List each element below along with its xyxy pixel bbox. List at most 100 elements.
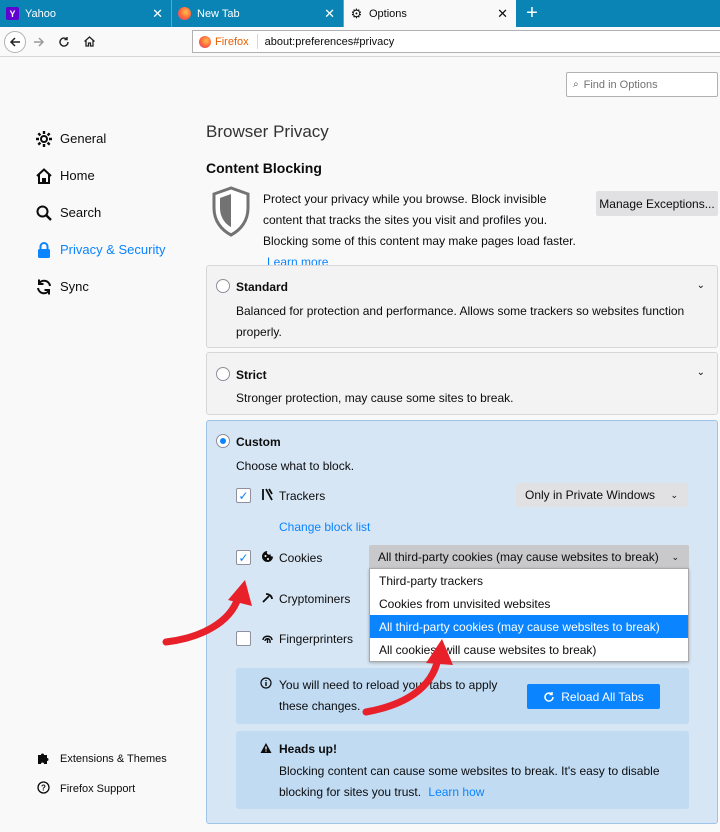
- reload-all-tabs-button[interactable]: Reload All Tabs: [527, 684, 660, 709]
- close-tab-icon[interactable]: ✕: [152, 7, 163, 20]
- close-tab-icon[interactable]: ✕: [324, 7, 335, 20]
- trackers-checkbox[interactable]: ✓: [236, 488, 251, 503]
- page-title: Browser Privacy: [206, 122, 329, 141]
- strict-description: Stronger protection, may cause some site…: [236, 391, 514, 405]
- cookies-option[interactable]: Third-party trackers: [370, 569, 688, 592]
- shield-icon: [212, 186, 250, 237]
- strict-radio[interactable]: [216, 367, 230, 381]
- learn-how-link[interactable]: Learn how: [428, 785, 484, 799]
- sidebar-item-search[interactable]: Search: [34, 194, 165, 231]
- standard-radio[interactable]: [216, 279, 230, 293]
- puzzle-icon: [36, 751, 50, 767]
- cookies-select-value: All third-party cookies (may cause websi…: [378, 550, 659, 564]
- chevron-down-icon[interactable]: ⌄: [697, 280, 705, 291]
- reload-button[interactable]: [52, 30, 76, 54]
- sidebar-item-extensions-themes[interactable]: Extensions & Themes: [36, 751, 167, 767]
- chevron-down-icon: ⌄: [671, 551, 679, 562]
- gear-icon: ⚙: [350, 5, 363, 21]
- standard-option-card[interactable]: Standard Balanced for protection and per…: [206, 265, 718, 348]
- home-icon: [83, 36, 95, 47]
- sidebar-footer-label: Extensions & Themes: [60, 753, 167, 765]
- section-title: Content Blocking: [206, 160, 322, 176]
- tab-title: New Tab: [197, 7, 240, 20]
- strict-title: Strict: [236, 368, 267, 382]
- cryptominers-label: Cryptominers: [279, 592, 351, 606]
- chevron-down-icon: ⌄: [670, 489, 678, 500]
- chevron-down-icon[interactable]: ⌄: [697, 367, 705, 378]
- cookies-label: Cookies: [279, 551, 323, 565]
- custom-title: Custom: [236, 435, 281, 449]
- heads-up-title: Heads up!: [279, 742, 338, 756]
- forward-arrow-icon: [34, 36, 45, 47]
- help-icon: ?: [36, 781, 50, 797]
- tab-yahoo[interactable]: Y Yahoo ✕: [0, 0, 172, 27]
- manage-exceptions-button[interactable]: Manage Exceptions...: [596, 191, 718, 216]
- reload-all-tabs-label: Reload All Tabs: [561, 689, 644, 704]
- identity-label: Firefox: [215, 35, 249, 48]
- cookies-select[interactable]: All third-party cookies (may cause websi…: [369, 545, 689, 569]
- cookies-checkbox[interactable]: ✓: [236, 550, 251, 565]
- trackers-label: Trackers: [279, 489, 326, 503]
- sidebar-item-label: Sync: [60, 279, 89, 294]
- standard-description: Balanced for protection and performance.…: [236, 304, 685, 339]
- reload-icon: [59, 36, 69, 47]
- forward-button[interactable]: [27, 30, 51, 54]
- warning-icon: [259, 742, 273, 756]
- sidebar-item-privacy-security[interactable]: Privacy & Security: [34, 231, 165, 268]
- new-tab-button[interactable]: +: [516, 0, 548, 27]
- standard-title: Standard: [236, 280, 289, 294]
- heads-up-text: Blocking content can cause some websites…: [279, 764, 660, 799]
- red-arrow-annotation: [162, 580, 252, 646]
- fingerprinters-label: Fingerprinters: [279, 632, 354, 646]
- tab-new-tab[interactable]: New Tab ✕: [172, 0, 344, 27]
- trackers-icon: [260, 488, 274, 502]
- sidebar-item-label: Search: [60, 205, 102, 220]
- search-icon: [34, 203, 54, 223]
- gear-icon: [34, 129, 54, 149]
- lock-icon: [34, 240, 54, 260]
- firefox-favicon: [178, 7, 191, 20]
- url-text[interactable]: about:preferences#privacy: [265, 36, 395, 48]
- home-button[interactable]: [77, 30, 101, 54]
- sidebar-item-firefox-support[interactable]: ? Firefox Support: [36, 781, 135, 797]
- red-arrow-annotation: [362, 639, 453, 716]
- sidebar-item-general[interactable]: General: [34, 120, 165, 157]
- yahoo-favicon: Y: [6, 7, 19, 20]
- sidebar-item-label: General: [60, 131, 107, 146]
- back-arrow-icon: [9, 36, 20, 47]
- sidebar-item-sync[interactable]: Sync: [34, 268, 165, 305]
- tab-strip: Y Yahoo ✕ New Tab ✕ ⚙ Options ✕ +: [0, 0, 720, 27]
- sidebar-footer-label: Firefox Support: [60, 783, 136, 795]
- back-button[interactable]: [4, 30, 26, 53]
- reload-icon: [544, 691, 555, 702]
- search-placeholder: Find in Options: [583, 78, 658, 91]
- custom-subtitle: Choose what to block.: [236, 459, 355, 473]
- url-bar[interactable]: Firefox about:preferences#privacy: [192, 30, 720, 53]
- preferences-page: ⌕ Find in Options General Home Search Pr…: [0, 58, 720, 832]
- close-tab-icon[interactable]: ✕: [497, 7, 508, 20]
- tab-title: Yahoo: [25, 7, 56, 20]
- home-icon: [34, 166, 54, 186]
- tab-title: Options: [369, 7, 407, 20]
- fingerprint-icon: [260, 631, 274, 645]
- content-blocking-description: Protect your privacy while you browse. B…: [263, 192, 576, 269]
- info-icon: [259, 677, 273, 691]
- firefox-icon: [199, 35, 211, 48]
- svg-text:?: ?: [41, 784, 46, 793]
- change-block-list-link[interactable]: Change block list: [279, 520, 370, 534]
- sidebar-item-home[interactable]: Home: [34, 157, 165, 194]
- custom-radio[interactable]: [216, 434, 230, 448]
- sidebar-item-label: Privacy & Security: [60, 242, 166, 257]
- search-input[interactable]: ⌕ Find in Options: [566, 72, 718, 97]
- trackers-select[interactable]: Only in Private Windows ⌄: [516, 483, 688, 507]
- identity-box[interactable]: Firefox: [199, 34, 258, 49]
- tab-options[interactable]: ⚙ Options ✕: [344, 0, 516, 27]
- sidebar: General Home Search Privacy & Security S…: [34, 120, 165, 305]
- sync-icon: [34, 277, 54, 297]
- search-icon: ⌕: [573, 79, 579, 90]
- strict-option-card[interactable]: Strict Stronger protection, may cause so…: [206, 352, 718, 415]
- cookies-option[interactable]: Cookies from unvisited websites: [370, 592, 688, 615]
- cookie-icon: [260, 550, 274, 564]
- trackers-select-value: Only in Private Windows: [525, 488, 656, 502]
- navigation-toolbar: Firefox about:preferences#privacy: [0, 27, 720, 57]
